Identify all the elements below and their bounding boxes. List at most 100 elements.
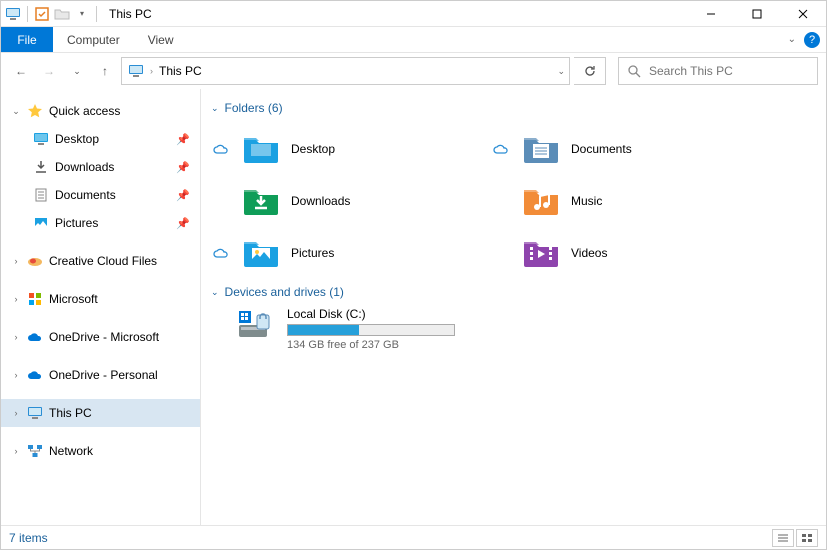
folders-section-header[interactable]: ⌄ Folders (6) [211, 101, 812, 115]
navigation-pane: ⌄ Quick access Desktop📌Downloads📌Documen… [1, 89, 201, 525]
help-icon[interactable]: ? [804, 32, 820, 48]
sidebar-item-label: OneDrive - Microsoft [49, 330, 159, 344]
documents-icon [33, 187, 49, 203]
separator [96, 6, 97, 22]
sidebar-item-label: Creative Cloud Files [49, 254, 157, 268]
status-bar: 7 items [1, 525, 826, 549]
folder-icon [241, 132, 281, 166]
pin-icon: 📌 [176, 189, 190, 202]
drive-icon [237, 307, 277, 341]
this-pc-icon [27, 405, 43, 421]
section-title: Devices and drives (1) [225, 285, 344, 299]
content-pane: ⌄ Folders (6) Desktop Documents Downloads M… [201, 89, 826, 525]
drive-local-disk-c[interactable]: Local Disk (C:) 134 GB free of 237 GB [207, 307, 812, 351]
desktop-icon [33, 131, 49, 147]
pictures-icon [33, 215, 49, 231]
sidebar-item-creative-cloud-files[interactable]: › Creative Cloud Files [1, 247, 200, 275]
microsoft-icon [27, 291, 43, 307]
chevron-down-icon[interactable]: ⌄ [211, 287, 219, 298]
star-icon [27, 103, 43, 119]
address-bar[interactable]: › This PC ⌄ [121, 57, 570, 85]
folder-desktop[interactable]: Desktop [207, 123, 487, 175]
status-item-count: 7 items [9, 531, 48, 545]
search-input[interactable] [649, 64, 809, 78]
sidebar-item-onedrive-personal[interactable]: › OneDrive - Personal [1, 361, 200, 389]
drive-free-text: 134 GB free of 237 GB [287, 339, 455, 351]
minimize-button[interactable] [688, 1, 734, 27]
creative-cloud-icon [27, 253, 43, 269]
folder-label: Pictures [291, 246, 334, 260]
address-dropdown-icon[interactable]: ⌄ [557, 66, 565, 77]
cloud-sync-icon [213, 248, 231, 259]
chevron-right-icon[interactable]: › [11, 332, 21, 342]
sidebar-label: Quick access [49, 104, 120, 118]
chevron-right-icon[interactable]: › [11, 256, 21, 266]
downloads-icon [33, 159, 49, 175]
folder-icon [521, 132, 561, 166]
folder-label: Desktop [291, 142, 335, 156]
sidebar-item-label: Microsoft [49, 292, 98, 306]
folder-music[interactable]: Music [487, 175, 767, 227]
computer-tab[interactable]: Computer [53, 27, 134, 52]
ribbon-expand-icon[interactable]: ⌄ [788, 34, 796, 45]
section-title: Folders (6) [225, 101, 283, 115]
folder-pictures[interactable]: Pictures [207, 227, 487, 279]
pin-icon: 📌 [176, 161, 190, 174]
sidebar-item-label: Pictures [55, 216, 98, 230]
drive-usage-bar [287, 324, 455, 336]
close-button[interactable] [780, 1, 826, 27]
pin-icon: 📌 [176, 133, 190, 146]
folder-icon [521, 236, 561, 270]
folder-label: Downloads [291, 194, 350, 208]
cloud-sync-icon [493, 144, 511, 155]
view-tab[interactable]: View [134, 27, 188, 52]
folder-label: Videos [571, 246, 607, 260]
separator [27, 6, 28, 22]
chevron-right-icon[interactable]: › [11, 370, 21, 380]
folder-videos[interactable]: Videos [487, 227, 767, 279]
folder-label: Music [571, 194, 602, 208]
details-view-button[interactable] [772, 529, 794, 547]
sidebar-item-label: Downloads [55, 160, 114, 174]
chevron-down-icon[interactable]: ⌄ [11, 106, 21, 117]
folder-icon [241, 184, 281, 218]
folder-documents[interactable]: Documents [487, 123, 767, 175]
cloud-sync-icon [213, 144, 231, 155]
sidebar-item-pictures[interactable]: Pictures📌 [1, 209, 200, 237]
sidebar-item-documents[interactable]: Documents 📌 [1, 181, 200, 209]
chevron-right-icon[interactable]: › [150, 66, 153, 76]
onedrive-icon [27, 329, 43, 345]
up-button[interactable]: ↑ [93, 59, 117, 83]
new-folder-icon[interactable] [54, 6, 70, 22]
chevron-right-icon[interactable]: › [11, 294, 21, 304]
sidebar-item-network[interactable]: ›Network [1, 437, 200, 465]
chevron-down-icon[interactable]: ⌄ [211, 103, 219, 114]
breadcrumb-this-pc[interactable]: This PC [159, 64, 202, 78]
file-tab[interactable]: File [1, 27, 53, 52]
maximize-button[interactable] [734, 1, 780, 27]
sidebar-item-downloads[interactable]: Downloads 📌 [1, 153, 200, 181]
sidebar-item-microsoft[interactable]: › Microsoft [1, 285, 200, 313]
folder-label: Documents [571, 142, 632, 156]
sidebar-quick-access[interactable]: ⌄ Quick access [1, 97, 200, 125]
qat-dropdown-icon[interactable]: ▾ [74, 6, 90, 22]
large-icons-view-button[interactable] [796, 529, 818, 547]
folder-downloads[interactable]: Downloads [207, 175, 487, 227]
drives-section-header[interactable]: ⌄ Devices and drives (1) [211, 285, 812, 299]
recent-locations-button[interactable]: ⌄ [65, 59, 89, 83]
sidebar-item-desktop[interactable]: Desktop📌 [1, 125, 200, 153]
chevron-right-icon[interactable]: › [11, 408, 21, 418]
sidebar-item-label: Documents [55, 188, 116, 202]
chevron-right-icon[interactable]: › [11, 446, 21, 456]
ribbon: File Computer View ⌄ ? [1, 27, 826, 53]
sidebar-item-onedrive-microsoft[interactable]: › OneDrive - Microsoft [1, 323, 200, 351]
nav-bar: ← → ⌄ ↑ › This PC ⌄ [1, 53, 826, 89]
sidebar-item-label: OneDrive - Personal [49, 368, 158, 382]
refresh-button[interactable] [574, 57, 606, 85]
sidebar-item-this-pc[interactable]: ›This PC [1, 399, 200, 427]
back-button[interactable]: ← [9, 59, 33, 83]
search-box[interactable] [618, 57, 818, 85]
properties-icon[interactable] [34, 6, 50, 22]
forward-button[interactable]: → [37, 59, 61, 83]
window-title: This PC [109, 7, 152, 21]
